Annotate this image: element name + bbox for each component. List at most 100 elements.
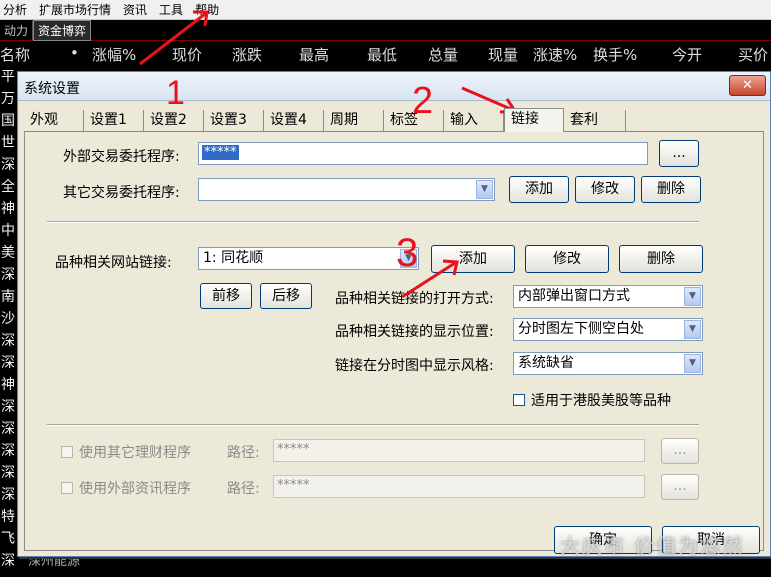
stock-name-char[interactable]: 沙 [1, 308, 15, 328]
market-tab-power[interactable]: 动力 [0, 20, 34, 40]
stock-name-char[interactable]: 深 [1, 550, 15, 570]
col-change[interactable]: 涨跌 [232, 44, 262, 65]
menu-tools[interactable]: 工具 [156, 1, 192, 18]
stock-name-char[interactable]: 平 [1, 66, 15, 86]
hk-us-checkbox[interactable] [513, 394, 525, 406]
tab-label: 设置4 [270, 112, 307, 128]
website-link-add-button[interactable]: 添加 [431, 245, 515, 273]
tab-settings2[interactable]: 设置2 [144, 110, 204, 131]
tab-label: 设置2 [150, 112, 187, 128]
col-high[interactable]: 最高 [299, 44, 329, 65]
stock-name-char[interactable]: 飞 [1, 528, 15, 548]
news-path-value: ***** [277, 478, 310, 493]
stock-name-char[interactable]: 美 [1, 242, 15, 262]
finance-browse-button[interactable]: ... [661, 438, 699, 464]
display-style-label: 链接在分时图中显示风格: [335, 358, 494, 374]
tab-label: 标签 [390, 112, 418, 128]
tab-period[interactable]: 周期 [324, 110, 384, 131]
stock-name-char[interactable]: 南 [1, 286, 15, 306]
menu-extended-market[interactable]: 扩展市场行情 [36, 1, 120, 18]
col-volume[interactable]: 总量 [428, 44, 458, 65]
tab-links[interactable]: 链接 [504, 108, 564, 132]
menu-news[interactable]: 资讯 [120, 1, 156, 18]
tab-settings3[interactable]: 设置3 [204, 110, 264, 131]
stock-name-char[interactable]: 深 [1, 330, 15, 350]
stock-name-char[interactable]: 深 [1, 462, 15, 482]
open-mode-value: 内部弹出窗口方式 [518, 288, 630, 304]
watermark: 大庆市 价值为悠然 [560, 534, 745, 558]
col-name[interactable]: 名称 [0, 44, 30, 65]
col-turnover[interactable]: 换手% [593, 44, 637, 65]
other-program-edit-button[interactable]: 修改 [575, 176, 635, 203]
stock-name-char[interactable]: 深 [1, 154, 15, 174]
news-program-checkbox[interactable] [61, 482, 73, 494]
stock-name-char[interactable]: 全 [1, 176, 15, 196]
col-change-pct[interactable]: 涨幅% [92, 44, 136, 65]
move-down-button[interactable]: 后移 [260, 283, 312, 309]
stock-name-char[interactable]: 神 [1, 198, 15, 218]
col-price[interactable]: 现价 [172, 44, 202, 65]
website-link-delete-button[interactable]: 删除 [619, 245, 703, 273]
finance-program-label: 使用其它理财程序 [79, 445, 191, 461]
tab-label: 设置3 [210, 112, 247, 128]
finance-path-input[interactable]: ***** [273, 439, 645, 462]
menu-help[interactable]: 帮助 [192, 1, 228, 18]
finance-program-checkbox[interactable] [61, 446, 73, 458]
close-button[interactable]: ✕ [729, 75, 766, 96]
open-mode-label: 品种相关链接的打开方式: [335, 291, 494, 307]
stock-name-char[interactable]: 深 [1, 352, 15, 372]
stock-name-char[interactable]: 特 [1, 506, 15, 526]
external-program-label: 外部交易委托程序: [63, 149, 180, 165]
tab-labels[interactable]: 标签 [384, 110, 444, 131]
stock-name-char[interactable]: 深 [1, 484, 15, 504]
stock-name-char[interactable]: 国 [1, 110, 15, 130]
website-link-label: 品种相关网站链接: [55, 255, 172, 271]
dialog-titlebar[interactable]: 系统设置 ✕ [18, 72, 770, 101]
tab-input[interactable]: 输入 [444, 110, 504, 131]
tab-label: 设置1 [90, 112, 127, 128]
other-program-add-button[interactable]: 添加 [509, 176, 569, 203]
menu-analysis[interactable]: 分析 [0, 1, 36, 18]
tab-settings1[interactable]: 设置1 [84, 110, 144, 131]
tab-arbitrage[interactable]: 套利 [564, 110, 626, 131]
col-low[interactable]: 最低 [367, 44, 397, 65]
stock-name-char[interactable]: 深 [1, 264, 15, 284]
news-path-input[interactable]: ***** [273, 475, 645, 498]
stock-name-char[interactable]: 深 [1, 440, 15, 460]
move-up-button[interactable]: 前移 [200, 283, 252, 309]
display-style-select[interactable]: 系统缺省 ▼ [513, 352, 703, 375]
website-link-value: 1: 同花顺 [203, 250, 264, 266]
settings-dialog: 系统设置 ✕ 外观 设置1 设置2 设置3 设置4 周期 标签 输入 链接 套利… [17, 71, 771, 557]
col-bid[interactable]: 买价 [738, 44, 768, 65]
col-current-volume[interactable]: 现量 [488, 44, 518, 65]
stock-name-char[interactable]: 世 [1, 132, 15, 152]
display-position-select[interactable]: 分时图左下侧空白处 ▼ [513, 318, 703, 341]
stock-name-char[interactable]: 神 [1, 374, 15, 394]
news-browse-button[interactable]: ... [661, 474, 699, 500]
external-program-browse-button[interactable]: ... [659, 140, 699, 167]
stock-name-char[interactable]: 万 [1, 88, 15, 108]
stock-name-char[interactable]: 深 [1, 418, 15, 438]
close-icon: ✕ [742, 78, 753, 93]
website-link-edit-button[interactable]: 修改 [525, 245, 609, 273]
display-position-value: 分时图左下侧空白处 [518, 321, 644, 337]
col-dot[interactable]: • [70, 44, 79, 62]
market-tab-capital[interactable]: 资金博弈 [33, 19, 92, 41]
stock-name-column: 平 万 国 世 深 全 神 中 美 深 南 沙 深 深 神 深 深 深 深 深 … [0, 66, 18, 577]
tab-label: 链接 [511, 111, 539, 127]
website-link-select[interactable]: 1: 同花顺 ▼ [198, 247, 419, 270]
stock-name-char[interactable]: 深 [1, 396, 15, 416]
hk-us-checkbox-label: 适用于港股美股等品种 [531, 393, 671, 409]
col-speed[interactable]: 涨速% [533, 44, 577, 65]
chevron-down-icon: ▼ [400, 249, 417, 268]
stock-name-char[interactable]: 中 [1, 220, 15, 240]
col-open[interactable]: 今开 [672, 44, 702, 65]
open-mode-select[interactable]: 内部弹出窗口方式 ▼ [513, 285, 703, 308]
tab-appearance[interactable]: 外观 [24, 110, 84, 131]
other-program-delete-button[interactable]: 删除 [641, 176, 701, 203]
other-program-select[interactable]: ▼ [198, 178, 495, 201]
links-tab-panel: 外部交易委托程序: ***** ... 其它交易委托程序: ▼ 添加 修改 删除… [24, 131, 764, 551]
external-program-input[interactable]: ***** [198, 142, 648, 165]
other-program-label: 其它交易委托程序: [63, 185, 180, 201]
tab-settings4[interactable]: 设置4 [264, 110, 324, 131]
